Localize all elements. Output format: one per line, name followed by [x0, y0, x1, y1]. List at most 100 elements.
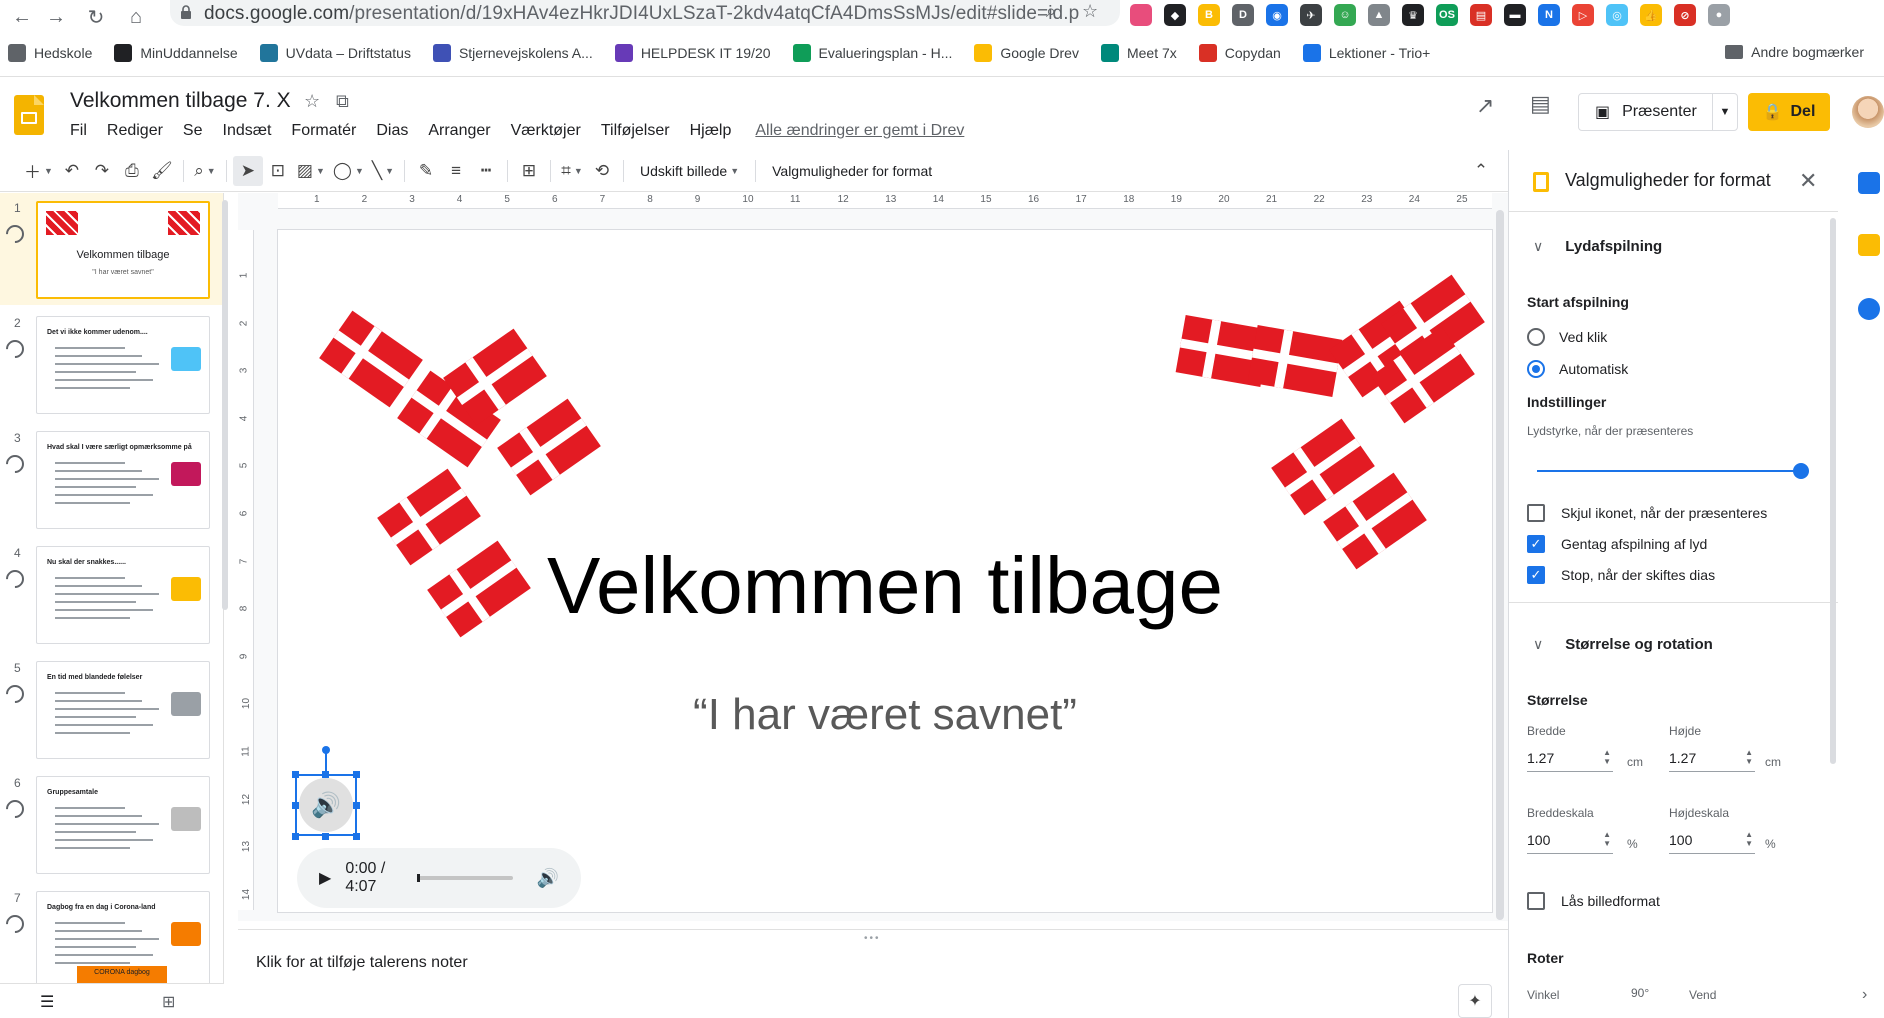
- address-bar[interactable]: docs.google.com/presentation/d/19xHAv4ez…: [170, 0, 1120, 26]
- checkbox-box[interactable]: [1527, 892, 1545, 910]
- border-weight-icon[interactable]: ≡: [441, 156, 471, 186]
- collapse-toolbar-icon[interactable]: ⌃: [1466, 156, 1496, 186]
- ext-18-icon[interactable]: ●: [1708, 4, 1730, 26]
- home-icon[interactable]: ⌂: [122, 3, 150, 31]
- start-option-radio[interactable]: Ved klik: [1527, 328, 1607, 346]
- close-icon[interactable]: ✕: [1799, 168, 1817, 194]
- bookmark-item[interactable]: Copydan: [1198, 44, 1281, 62]
- menu-item[interactable]: Se: [183, 122, 203, 140]
- ext-7-icon[interactable]: ☺: [1334, 4, 1356, 26]
- volume-icon[interactable]: 🔊: [537, 868, 559, 889]
- volume-slider-knob[interactable]: [1793, 463, 1809, 479]
- slide-thumbnail[interactable]: 7 CORONA dagbog Dagbog fra en dag i Corona…: [0, 883, 223, 983]
- ext-12-icon[interactable]: ▬: [1504, 4, 1526, 26]
- start-option-radio[interactable]: Automatisk: [1527, 360, 1628, 378]
- height-scale-input[interactable]: 100 ▲ ▼: [1669, 826, 1755, 854]
- bookmark-item[interactable]: UVdata – Driftstatus: [259, 44, 411, 62]
- menu-item[interactable]: Dias: [376, 122, 408, 140]
- move-folder-icon[interactable]: ⧉: [336, 91, 349, 112]
- ext-17-icon[interactable]: ⊘: [1674, 4, 1696, 26]
- settings-checkbox[interactable]: Skjul ikonet, når der præsenteres: [1527, 504, 1767, 522]
- slide-canvas[interactable]: Velkommen tilbage “I har været savnet” 🔊…: [278, 230, 1492, 912]
- replace-image-button[interactable]: Udskift billede ▼: [630, 156, 749, 186]
- back-icon[interactable]: ←: [8, 3, 36, 31]
- resize-handle[interactable]: [353, 802, 360, 809]
- bookmark-item[interactable]: HELPDESK IT 19/20: [614, 44, 771, 62]
- share-button[interactable]: 🔒 Del: [1748, 93, 1830, 131]
- radio-button[interactable]: [1527, 360, 1545, 378]
- slide-thumbnail[interactable]: 4 Nu skal der snakkes......: [0, 538, 223, 650]
- bookmark-item[interactable]: Stjernevejskolens A...: [432, 44, 593, 62]
- new-slide-icon[interactable]: ＋ ▼: [20, 156, 57, 186]
- bookmark-item[interactable]: Hedskole: [8, 44, 92, 62]
- radio-button[interactable]: [1527, 328, 1545, 346]
- menu-item[interactable]: Indsæt: [223, 122, 272, 140]
- volume-slider-track[interactable]: [1537, 470, 1801, 472]
- width-input[interactable]: 1.27 ▲ ▼: [1527, 744, 1613, 772]
- checkbox-box[interactable]: ✓: [1527, 535, 1545, 553]
- audio-progress-bar[interactable]: [416, 874, 513, 882]
- explore-button[interactable]: ✦: [1458, 984, 1492, 1018]
- editor-scrollbar[interactable]: [1496, 210, 1504, 920]
- ext-16-icon[interactable]: 👍: [1640, 4, 1662, 26]
- resize-handle[interactable]: [353, 771, 360, 778]
- tasks-icon[interactable]: [1858, 298, 1880, 320]
- ext-11-icon[interactable]: ▤: [1470, 4, 1492, 26]
- settings-checkbox[interactable]: ✓ Gentag afspilning af lyd: [1527, 535, 1707, 553]
- notes-placeholder[interactable]: Klik for at tilføje talerens noter: [256, 954, 468, 972]
- bookmark-item[interactable]: Google Drev: [974, 44, 1079, 62]
- activity-icon[interactable]: ↗: [1476, 93, 1494, 119]
- keep-icon[interactable]: [1858, 234, 1880, 256]
- resize-handle[interactable]: [353, 833, 360, 840]
- star-icon[interactable]: ☆: [1082, 1, 1098, 22]
- menu-item[interactable]: Værktøjer: [511, 122, 581, 140]
- present-button[interactable]: ▣ Præsenter ▼: [1578, 93, 1738, 131]
- zoom-icon[interactable]: ⌕: [1046, 1, 1056, 22]
- resize-handle[interactable]: [322, 833, 329, 840]
- insert-comment-icon[interactable]: ⊞: [514, 156, 544, 186]
- document-title[interactable]: Velkommen tilbage 7. X: [70, 89, 291, 113]
- expand-rail-icon[interactable]: ›: [1862, 986, 1867, 1004]
- resize-handle[interactable]: [292, 802, 299, 809]
- audio-section-toggle[interactable]: ∨ Lydafspilning: [1533, 238, 1662, 255]
- menu-item[interactable]: Hjælp: [690, 122, 732, 140]
- comments-icon[interactable]: ▤: [1530, 91, 1551, 117]
- slide-thumbnail[interactable]: 2 Det vi ikke kommer udenom....: [0, 308, 223, 420]
- reload-icon[interactable]: ↻: [82, 3, 110, 31]
- save-status[interactable]: Alle ændringer er gemt i Drev: [755, 122, 964, 140]
- audio-speaker-icon[interactable]: 🔊: [299, 778, 353, 832]
- present-dropdown-icon[interactable]: ▼: [1713, 106, 1737, 118]
- size-section-toggle[interactable]: ∨ Størrelse og rotation: [1533, 636, 1713, 653]
- image-icon[interactable]: ▨ ▼: [293, 156, 329, 186]
- filmstrip-scrollbar[interactable]: [222, 200, 228, 610]
- ext-4-icon[interactable]: D: [1232, 4, 1254, 26]
- list-view-icon[interactable]: ☰: [40, 992, 54, 1012]
- panel-scrollbar[interactable]: [1830, 218, 1836, 764]
- rotation-handle[interactable]: [322, 746, 330, 754]
- redo-icon[interactable]: ↷: [87, 156, 117, 186]
- ext-10-icon[interactable]: OS: [1436, 4, 1458, 26]
- print-icon[interactable]: ⎙: [117, 156, 147, 186]
- menu-item[interactable]: Rediger: [107, 122, 163, 140]
- avatar[interactable]: [1852, 96, 1884, 128]
- slide-thumbnail[interactable]: 5 En tid med blandede følelser: [0, 653, 223, 765]
- slide-thumbnail[interactable]: 1 "I har været savnet" Velkommen tilbage: [0, 193, 223, 305]
- calendar-icon[interactable]: [1858, 172, 1880, 194]
- paint-format-icon[interactable]: 🖌: [147, 156, 177, 186]
- ext-6-icon[interactable]: ✈: [1300, 4, 1322, 26]
- slide-thumbnail[interactable]: 6 Gruppesamtale: [0, 768, 223, 880]
- select-icon[interactable]: ➤: [232, 155, 263, 186]
- ext-9-icon[interactable]: ♛: [1402, 4, 1424, 26]
- checkbox-box[interactable]: [1527, 504, 1545, 522]
- star-icon[interactable]: ☆: [304, 91, 320, 112]
- slide-thumbnail[interactable]: 3 Hvad skal I være særligt opmærksomme på: [0, 423, 223, 535]
- ext-1-icon[interactable]: [1130, 4, 1152, 26]
- resize-handle[interactable]: [322, 771, 329, 778]
- ext-2-icon[interactable]: ◆: [1164, 4, 1186, 26]
- bookmark-item[interactable]: Evalueringsplan - H...: [792, 44, 952, 62]
- zoom-icon[interactable]: ⌕ ▼: [190, 156, 220, 186]
- slide-title[interactable]: Velkommen tilbage: [278, 540, 1492, 632]
- play-icon[interactable]: ▶: [319, 868, 331, 888]
- menu-item[interactable]: Formatér: [291, 122, 356, 140]
- ext-8-icon[interactable]: ▲: [1368, 4, 1390, 26]
